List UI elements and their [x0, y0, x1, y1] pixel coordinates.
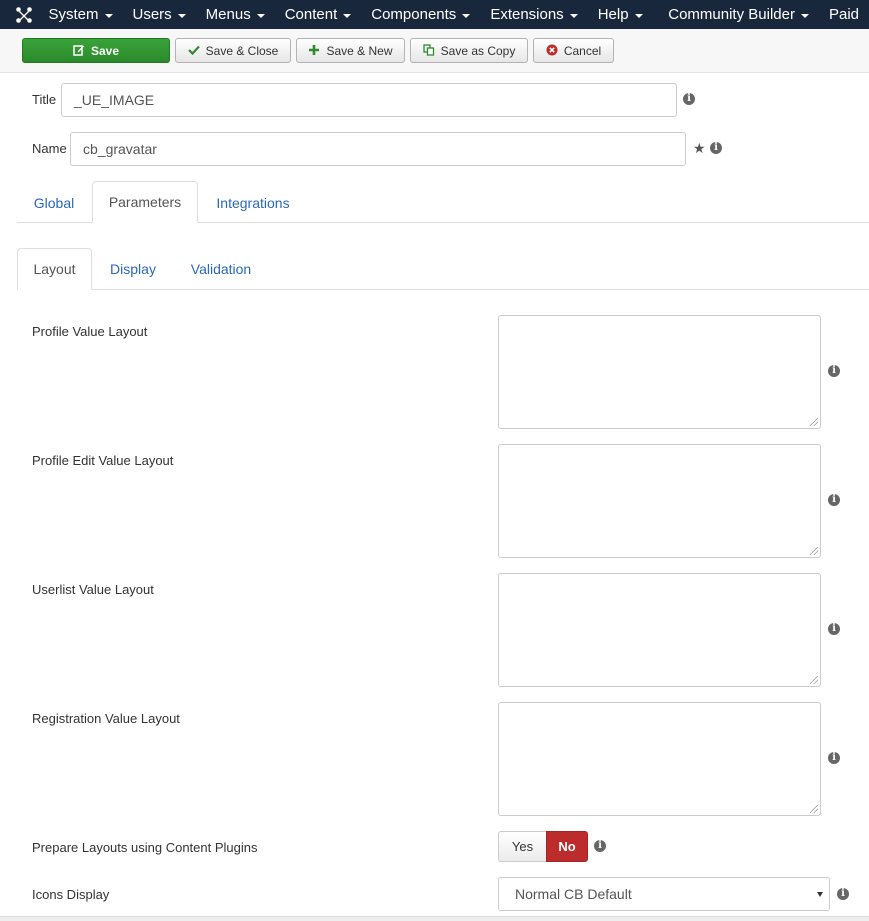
resize-grip-icon[interactable]	[810, 547, 818, 555]
title-input[interactable]: _UE_IMAGE	[61, 83, 677, 117]
plus-icon	[308, 44, 320, 58]
checkmark-icon	[187, 44, 200, 58]
save-button[interactable]: Save	[22, 38, 170, 63]
name-label: Name	[32, 141, 67, 156]
info-icon[interactable]: i	[683, 93, 695, 105]
registration-value-layout-label: Registration Value Layout	[32, 711, 180, 726]
save-as-copy-button[interactable]: Save as Copy	[410, 38, 528, 63]
nav-extensions[interactable]: Extensions	[480, 0, 587, 29]
caret-down-icon	[569, 13, 578, 18]
tab-validation[interactable]: Validation	[174, 249, 268, 289]
caret-down-icon	[104, 13, 113, 18]
copy-icon	[422, 43, 435, 58]
nav-components[interactable]: Components	[361, 0, 480, 29]
tab-integrations[interactable]: Integrations	[200, 182, 306, 223]
profile-value-layout-label: Profile Value Layout	[32, 324, 148, 339]
info-icon[interactable]: i	[828, 494, 840, 506]
caret-down-icon	[343, 13, 352, 18]
profile-edit-value-layout-textarea[interactable]	[498, 444, 821, 558]
registration-value-layout-textarea[interactable]	[498, 702, 821, 816]
joomla-logo-icon[interactable]	[10, 0, 38, 29]
tab-layout[interactable]: Layout	[17, 248, 92, 290]
tab-parameters[interactable]: Parameters	[92, 181, 198, 223]
info-icon[interactable]: i	[828, 623, 840, 635]
tab-display[interactable]: Display	[96, 249, 170, 289]
caret-down-icon	[256, 13, 265, 18]
icons-display-select[interactable]: Normal CB Default	[498, 877, 830, 911]
toolbar: Save Save & Close Save & New Save as Cop…	[0, 29, 869, 73]
resize-grip-icon[interactable]	[810, 418, 818, 426]
icons-display-label: Icons Display	[32, 887, 110, 902]
caret-down-icon	[800, 13, 809, 18]
title-label: Title	[32, 92, 57, 107]
caret-down-icon	[177, 13, 186, 18]
caret-down-icon	[817, 892, 823, 897]
nav-menus[interactable]: Menus	[196, 0, 275, 29]
info-icon[interactable]: i	[710, 142, 722, 154]
profile-value-layout-textarea[interactable]	[498, 315, 821, 429]
nav-content[interactable]: Content	[275, 0, 362, 29]
cancel-button[interactable]: Cancel	[533, 38, 614, 63]
info-icon[interactable]: i	[594, 840, 606, 852]
info-icon[interactable]: i	[837, 888, 849, 900]
no-option[interactable]: No	[546, 831, 588, 862]
resize-grip-icon[interactable]	[810, 676, 818, 684]
name-input[interactable]: cb_gravatar	[70, 132, 686, 166]
footer-divider	[0, 916, 869, 921]
nav-help[interactable]: Help	[588, 0, 653, 29]
save-new-button[interactable]: Save & New	[296, 38, 405, 63]
sub-tabbar	[17, 289, 869, 290]
prepare-layouts-toggle: Yes No	[498, 831, 588, 862]
userlist-value-layout-label: Userlist Value Layout	[32, 582, 154, 597]
caret-down-icon	[634, 13, 643, 18]
userlist-value-layout-textarea[interactable]	[498, 573, 821, 687]
tab-global[interactable]: Global	[17, 182, 91, 223]
edit-icon	[73, 44, 85, 58]
save-close-button[interactable]: Save & Close	[175, 38, 291, 63]
cancel-circle-icon	[546, 44, 558, 58]
yes-option[interactable]: Yes	[498, 831, 546, 862]
resize-grip-icon[interactable]	[810, 805, 818, 813]
nav-community-builder[interactable]: Community Builder	[658, 0, 819, 29]
profile-edit-value-layout-label: Profile Edit Value Layout	[32, 453, 174, 468]
info-icon[interactable]: i	[828, 752, 840, 764]
required-star-icon: ★	[693, 140, 706, 156]
nav-system[interactable]: System	[38, 0, 122, 29]
admin-navbar: System Users Menus Content Components Ex…	[0, 0, 869, 29]
nav-paid[interactable]: Paid	[819, 0, 869, 29]
nav-users[interactable]: Users	[123, 0, 196, 29]
caret-down-icon	[462, 13, 471, 18]
prepare-layouts-label: Prepare Layouts using Content Plugins	[32, 840, 258, 855]
info-icon[interactable]: i	[828, 365, 840, 377]
